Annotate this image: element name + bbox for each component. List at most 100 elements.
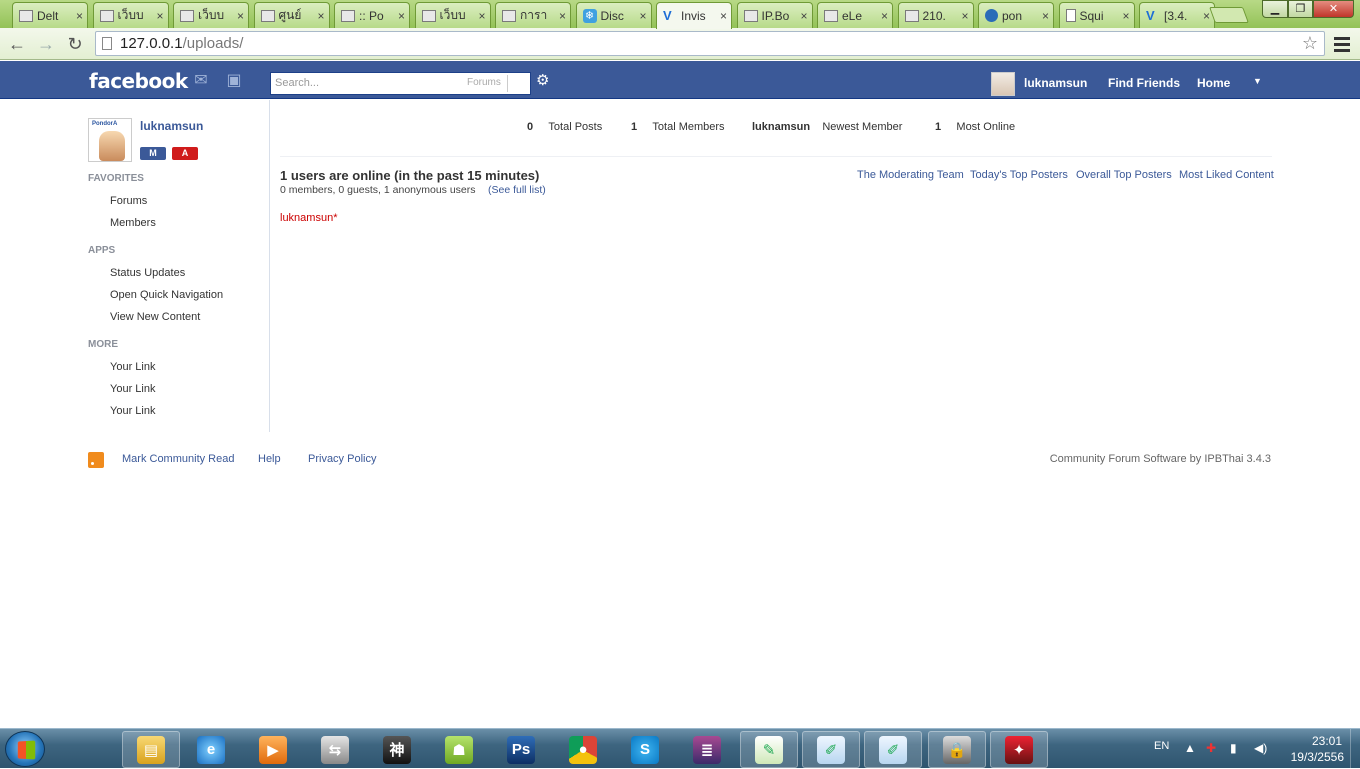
browser-tab[interactable]: :: Po × (334, 2, 410, 28)
home-link[interactable]: Home (1197, 76, 1230, 90)
privacy-policy-link[interactable]: Privacy Policy (308, 453, 376, 465)
messages-icon[interactable]: ✉ (192, 73, 210, 89)
close-icon[interactable]: × (317, 9, 324, 23)
new-tab-button[interactable] (1209, 7, 1249, 23)
search-scope[interactable]: Forums (467, 77, 501, 88)
moderating-team-link[interactable]: The Moderating Team (857, 169, 964, 181)
close-icon[interactable]: × (1042, 9, 1049, 23)
taskbar-winrar-button[interactable]: ≣ (678, 731, 736, 768)
chrome-menu-icon[interactable] (1334, 34, 1350, 54)
clock-time[interactable]: 23:01 (1298, 734, 1342, 748)
language-indicator[interactable]: EN (1154, 740, 1169, 752)
close-icon[interactable]: × (1122, 9, 1129, 23)
search-placeholder: Search... (275, 77, 320, 89)
browser-tab[interactable]: Delt × (12, 2, 88, 28)
sidebar-item-quick-navigation[interactable]: Open Quick Navigation (110, 289, 223, 301)
find-friends-link[interactable]: Find Friends (1108, 76, 1180, 90)
header-username[interactable]: luknamsun (1024, 76, 1087, 90)
close-icon[interactable]: × (156, 9, 163, 23)
sidebar-item-view-new-content[interactable]: View New Content (110, 311, 200, 323)
taskbar-chrome-button[interactable]: ● (554, 731, 612, 768)
close-icon[interactable]: × (961, 9, 968, 23)
browser-tab[interactable]: เว็บบ × (414, 2, 491, 28)
browser-tab[interactable]: การา × (495, 2, 571, 28)
browser-tab[interactable]: เว็บบ × (173, 2, 249, 28)
sidebar-item-your-link[interactable]: Your Link (110, 405, 155, 417)
taskbar-game2-button[interactable]: ✦ (990, 731, 1048, 768)
browser-tab[interactable]: เว็บบ × (92, 2, 169, 28)
close-icon[interactable]: × (76, 9, 83, 23)
todays-top-posters-link[interactable]: Today's Top Posters (970, 169, 1068, 181)
tab-label: 210. (922, 8, 946, 23)
avatar[interactable] (991, 72, 1015, 96)
taskbar-network-button[interactable]: ⇆ (306, 731, 364, 768)
close-icon[interactable]: × (1203, 9, 1210, 23)
sidebar-username[interactable]: luknamsun (140, 119, 203, 133)
volume-icon[interactable]: ◀) (1254, 741, 1267, 755)
show-desktop-button[interactable] (1350, 729, 1360, 769)
forward-icon[interactable]: → (35, 33, 57, 55)
close-icon[interactable]: × (800, 9, 807, 23)
close-icon[interactable]: × (237, 9, 244, 23)
address-bar[interactable]: 127.0.0.1/uploads/ ☆ (95, 31, 1325, 56)
online-user-link[interactable]: luknamsun* (280, 212, 337, 224)
start-button[interactable] (5, 731, 45, 767)
browser-tab[interactable]: 210. × (897, 2, 974, 28)
overall-top-posters-link[interactable]: Overall Top Posters (1076, 169, 1172, 181)
admin-badge[interactable]: A (172, 147, 198, 160)
taskbar-ie-button[interactable]: e (182, 731, 240, 768)
site-logo[interactable]: facebook (89, 69, 188, 93)
moderator-badge[interactable]: M (140, 147, 166, 160)
browser-tab[interactable]: IP.Bo × (736, 2, 813, 28)
taskbar-editor-button[interactable]: ✐ (864, 731, 922, 768)
most-liked-content-link[interactable]: Most Liked Content (1179, 169, 1274, 181)
browser-tab[interactable]: ศูนย์ × (253, 2, 330, 28)
mark-community-read-link[interactable]: Mark Community Read (122, 453, 234, 465)
browser-tab[interactable]: ❄ Disc × (575, 2, 652, 28)
browser-tab[interactable]: pon × (978, 2, 1054, 28)
tray-expand-icon[interactable]: ▲ (1184, 741, 1196, 755)
reload-icon[interactable]: ↻ (64, 33, 86, 55)
taskbar-explorer-button[interactable]: ▤ (122, 731, 180, 768)
taskbar-photoshop-button[interactable]: Ps (492, 731, 550, 768)
clock-date[interactable]: 19/3/2556 (1288, 750, 1344, 764)
bookmark-star-icon[interactable]: ☆ (1302, 33, 1318, 54)
maximize-button[interactable]: ❐ (1288, 0, 1313, 18)
back-icon[interactable]: ← (6, 33, 28, 55)
close-icon[interactable]: × (559, 9, 566, 23)
taskbar-game-button[interactable]: 神 (368, 731, 426, 768)
browser-tab[interactable]: V Invis × (656, 2, 732, 29)
network-icon[interactable]: ▮ (1230, 741, 1237, 755)
sidebar-item-your-link[interactable]: Your Link (110, 361, 155, 373)
newest-member-link[interactable]: luknamsun (752, 121, 810, 133)
sidebar-item-status-updates[interactable]: Status Updates (110, 267, 185, 279)
minimize-button[interactable]: ▁ (1262, 0, 1288, 18)
taskbar-lock-button[interactable]: 🔒 (928, 731, 986, 768)
close-icon[interactable]: × (881, 9, 888, 23)
sidebar-item-members[interactable]: Members (110, 217, 156, 229)
taskbar-skype-button[interactable]: S (616, 731, 674, 768)
sidebar-item-your-link[interactable]: Your Link (110, 383, 155, 395)
taskbar-notepad-plus-button[interactable]: ✎ (740, 731, 798, 768)
taskbar-editor-button[interactable]: ✐ (802, 731, 860, 768)
browser-tab[interactable]: eLe × (817, 2, 893, 28)
browser-tab[interactable]: Squi × (1058, 2, 1135, 28)
help-link[interactable]: Help (258, 453, 281, 465)
sidebar-item-forums[interactable]: Forums (110, 195, 147, 207)
notifications-icon[interactable]: ▣ (225, 73, 243, 89)
security-icon[interactable]: ✚ (1206, 741, 1216, 755)
search-input[interactable]: Search... Forums (270, 72, 531, 95)
close-icon[interactable]: × (639, 9, 646, 23)
gear-icon[interactable]: ⚙ (536, 72, 549, 90)
browser-tab[interactable]: V [3.4. × (1139, 2, 1215, 28)
chevron-down-icon[interactable]: ▼ (1253, 76, 1262, 86)
see-full-list-link[interactable]: (See full list) (488, 184, 546, 196)
close-icon[interactable]: × (478, 9, 485, 23)
profile-avatar[interactable]: PondorA (88, 118, 132, 162)
close-window-button[interactable]: ✕ (1313, 0, 1354, 18)
close-icon[interactable]: × (398, 9, 405, 23)
taskbar-media-button[interactable]: ▶ (244, 731, 302, 768)
taskbar-android-button[interactable]: ☗ (430, 731, 488, 768)
close-icon[interactable]: × (720, 9, 727, 23)
rss-icon[interactable] (88, 452, 104, 468)
